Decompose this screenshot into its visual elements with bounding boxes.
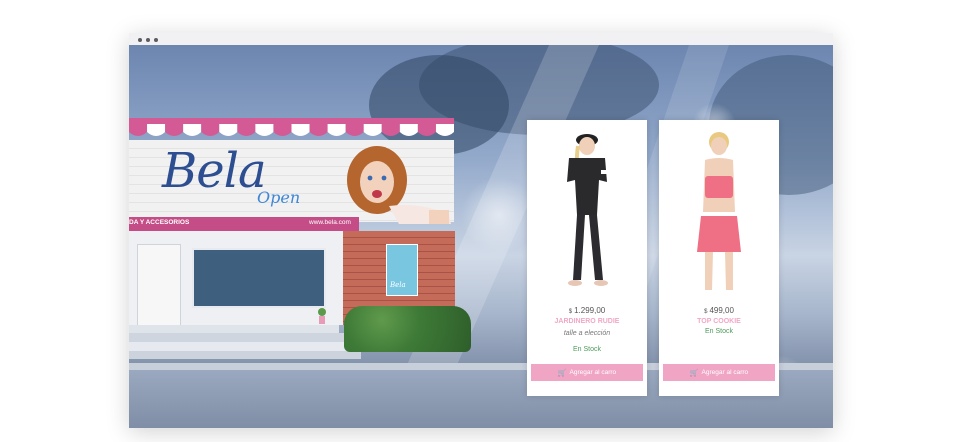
product-option: talle a elección	[563, 330, 611, 337]
awning-stripe	[273, 124, 292, 136]
price-value: 1.299,00	[574, 306, 606, 315]
model-photo-black-outfit	[567, 134, 611, 286]
awning-stripe	[219, 124, 238, 136]
product-name[interactable]: TOP COOKIE	[659, 318, 779, 325]
currency-symbol: $	[568, 309, 573, 315]
stock-status: En Stock	[704, 328, 733, 335]
potted-plant	[318, 308, 326, 324]
browser-titlebar	[129, 33, 833, 45]
awning-stripe	[435, 124, 454, 136]
awning-stripe	[345, 124, 364, 136]
awning-stripe	[309, 124, 328, 136]
price-value: 499,00	[709, 306, 734, 315]
model-illustration	[347, 146, 451, 224]
product-name[interactable]: JARDINERO RUDIE	[527, 318, 647, 325]
add-to-cart-button[interactable]: 🛒 Agregar al carro	[663, 364, 775, 381]
product-photo[interactable]	[659, 120, 779, 298]
stock-status: En Stock	[572, 346, 601, 353]
product-card[interactable]: $499,00 TOP COOKIE En Stock 🛒 Agregar al…	[659, 120, 779, 396]
product-price: $499,00	[659, 306, 779, 315]
awning-stripe	[147, 124, 166, 136]
cart-icon: 🛒	[689, 369, 699, 377]
awning-stripe	[165, 124, 184, 136]
hero-scene: Bela Open DA Y ACCESORIOS www.bela.com B…	[129, 45, 833, 428]
awning-stripe	[399, 124, 418, 136]
store-sign-url: www.bela.com	[309, 219, 351, 226]
window-dot	[146, 38, 150, 42]
add-to-cart-button[interactable]: 🛒 Agregar al carro	[531, 364, 643, 381]
product-price: $1.299,00	[527, 306, 647, 315]
awning-stripe	[201, 124, 220, 136]
store-awning	[129, 118, 454, 136]
awning-stripe	[237, 124, 256, 136]
awning-stripe	[381, 124, 400, 136]
add-to-cart-label: Agregar al carro	[569, 369, 617, 376]
store-sign-text: DA Y ACCESORIOS	[129, 219, 190, 226]
store-logo-subtitle: Open	[257, 188, 301, 207]
currency-symbol: $	[704, 309, 708, 315]
cart-icon: 🛒	[557, 369, 567, 377]
shop-window	[192, 248, 326, 308]
awning-stripe	[291, 124, 310, 136]
awning-stripe	[129, 124, 148, 136]
awning-stripe	[183, 124, 202, 136]
awning-stripe	[255, 124, 274, 136]
awning-stripe	[363, 124, 382, 136]
poster-logo: Bela	[390, 281, 406, 289]
store-steps	[129, 325, 361, 359]
hedge	[344, 306, 471, 352]
store-door	[137, 244, 181, 326]
awning-stripe	[417, 124, 436, 136]
browser-window: Bela Open DA Y ACCESORIOS www.bela.com B…	[129, 33, 833, 428]
product-photo[interactable]	[527, 120, 647, 298]
model-photo-pink-outfit	[697, 132, 741, 290]
store-logo: Bela	[162, 143, 267, 199]
add-to-cart-label: Agregar al carro	[701, 369, 749, 376]
product-card[interactable]: $1.299,00 JARDINERO RUDIE talle a elecci…	[527, 120, 647, 396]
awning-stripe	[327, 124, 346, 136]
window-dot	[138, 38, 142, 42]
window-dot	[154, 38, 158, 42]
